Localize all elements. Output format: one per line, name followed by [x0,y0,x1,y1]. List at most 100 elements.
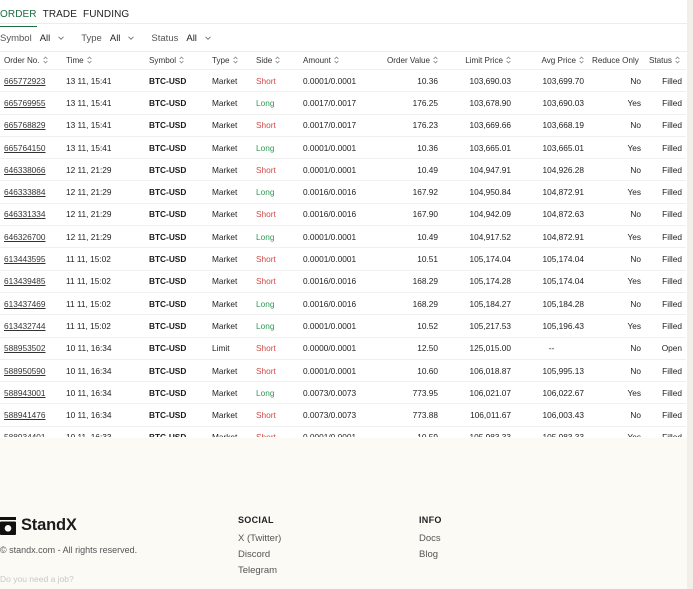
table-row[interactable]: 665768829 13 11, 15:41 BTC-USD Market Short 0… [0,113,686,137]
order-symbol: BTC-USD [145,291,208,315]
order-amount: 0.0001/0.0001 [299,158,368,181]
column-header[interactable]: Reduce Only [588,52,645,70]
column-header[interactable]: Side [252,52,299,70]
order-amount: 0.0001/0.0001 [299,314,368,338]
table-row[interactable]: 646326700 12 11, 21:29 BTC-USD Market Long 0.… [0,225,686,248]
limit-price: 104,917.52 [442,225,515,248]
table-row[interactable]: 646338066 12 11, 21:29 BTC-USD Market Short 0… [0,158,686,181]
order-type: Market [208,225,252,248]
order-type: Market [208,291,252,315]
symbol-filter[interactable]: Symbol All [0,32,65,44]
symbol-filter-value: All [39,32,51,44]
reduce-only: No [588,68,645,92]
order-side: Short [252,403,299,427]
telegram-link[interactable]: Telegram [238,565,277,576]
table-row[interactable]: 588953502 10 11, 16:34 BTC-USD Limit Short 0.… [0,336,686,360]
table-row[interactable]: 665764150 13 11, 15:41 BTC-USD Market Long 0.… [0,135,686,159]
order-number[interactable]: 646326700 [0,225,62,248]
order-value: 10.49 [368,225,442,248]
order-number[interactable]: 613443595 [0,247,62,271]
tab-funding[interactable]: FUNDING [83,9,129,27]
discord-link[interactable]: Discord [238,549,270,560]
column-header[interactable]: Order No. [0,52,62,70]
order-value: 10.36 [368,135,442,159]
column-header[interactable]: Status [645,52,686,70]
order-number[interactable]: 588950590 [0,358,62,382]
chevron-down-icon [128,36,135,40]
docs-link[interactable]: Docs [419,533,441,544]
order-amount: 0.0073/0.0073 [299,403,368,427]
column-header[interactable]: Time [62,52,145,70]
order-status: Filled [645,113,686,137]
table-row[interactable]: 613443595 11 11, 15:02 BTC-USD Market Short 0… [0,247,686,271]
table-row[interactable]: 665769955 13 11, 15:41 BTC-USD Market Long 0.… [0,91,686,115]
limit-price: 104,947.91 [442,158,515,181]
table-row[interactable]: 58893440110 11, 16:33BTC-USDMarketShort0… [0,425,686,437]
order-symbol: BTC-USD [145,180,208,204]
reduce-only: No [588,358,645,382]
reduce-only: No [588,403,645,427]
order-type: Market [208,403,252,427]
order-number[interactable]: 613439485 [0,269,62,293]
social-title: SOCIAL [238,515,274,525]
order-time: 10 11, 16:34 [62,381,145,404]
order-number[interactable]: 588934401 [0,425,62,437]
order-number[interactable]: 665772923 [0,68,62,92]
order-number[interactable]: 613437469 [0,291,62,315]
order-status: Filled [645,68,686,92]
order-side: Short [252,247,299,271]
tab-trade[interactable]: TRADE [43,9,77,27]
order-value: 167.90 [368,202,442,226]
table-body: 665772923 13 11, 15:41 BTC-USD Market Short 0… [0,68,686,437]
table-row[interactable]: 588941476 10 11, 16:34 BTC-USD Market Short 0… [0,403,686,427]
order-number[interactable]: 588941476 [0,403,62,427]
order-number[interactable]: 665768829 [0,113,62,137]
avg-price: 103,690.03 [515,91,588,115]
column-header[interactable]: Avg Price [515,52,588,70]
table-row[interactable]: 613437469 11 11, 15:02 BTC-USD Market Long 0.… [0,291,686,315]
column-header[interactable]: Type [208,52,252,70]
jobs-link[interactable]: Do you need a job? [0,574,74,584]
order-number[interactable]: 665764150 [0,135,62,159]
blog-link[interactable]: Blog [419,549,438,560]
table-row[interactable]: 646333884 12 11, 21:29 BTC-USD Market Long 0.… [0,180,686,204]
column-header-label: Symbol [149,56,176,65]
orders-table-container[interactable]: Order No. Time Symbol Type Side Amount Order V… [0,52,686,437]
history-tabs: ORDER TRADE FUNDING [0,9,129,27]
order-number[interactable]: 665769955 [0,91,62,115]
order-status: Filled [645,225,686,248]
limit-price: 103,678.90 [442,91,515,115]
table-row[interactable]: 646331334 12 11, 21:29 BTC-USD Market Short 0… [0,202,686,226]
column-header[interactable]: Amount [299,52,368,70]
table-row[interactable]: 613432744 11 11, 15:02 BTC-USD Market Long 0.… [0,314,686,338]
column-header[interactable]: Order Value [368,52,442,70]
order-number[interactable]: 646338066 [0,158,62,181]
order-value: 10.51 [368,247,442,271]
order-side: Short [252,158,299,181]
order-amount: 0.0001/0.0001 [299,135,368,159]
brand-logo[interactable]: StandX [0,516,77,535]
order-number[interactable]: 646331334 [0,202,62,226]
column-header[interactable]: Symbol [145,52,208,70]
limit-price: 103,669.66 [442,113,515,137]
order-number[interactable]: 588953502 [0,336,62,360]
status-filter[interactable]: Status All [151,33,211,44]
order-number[interactable]: 613432744 [0,314,62,338]
reduce-only: No [588,336,645,360]
column-header[interactable]: Limit Price [442,52,515,70]
table-row[interactable]: 613439485 11 11, 15:02 BTC-USD Market Short 0… [0,269,686,293]
type-filter[interactable]: Type All [81,33,135,44]
twitter-link[interactable]: X (Twitter) [238,533,281,544]
order-amount: 0.0016/0.0016 [299,269,368,293]
footer [0,438,693,589]
info-title: INFO [419,515,442,525]
tab-order[interactable]: ORDER [0,9,37,27]
table-row[interactable]: 588950590 10 11, 16:34 BTC-USD Market Short 0… [0,358,686,382]
table-row[interactable]: 665772923 13 11, 15:41 BTC-USD Market Short 0… [0,68,686,92]
order-amount: 0.0000/0.0001 [299,336,368,360]
table-row[interactable]: 588943001 10 11, 16:34 BTC-USD Market Long 0.… [0,381,686,404]
order-number[interactable]: 646333884 [0,180,62,204]
limit-price: 125,015.00 [442,336,515,360]
order-type: Market [208,381,252,404]
order-number[interactable]: 588943001 [0,381,62,404]
